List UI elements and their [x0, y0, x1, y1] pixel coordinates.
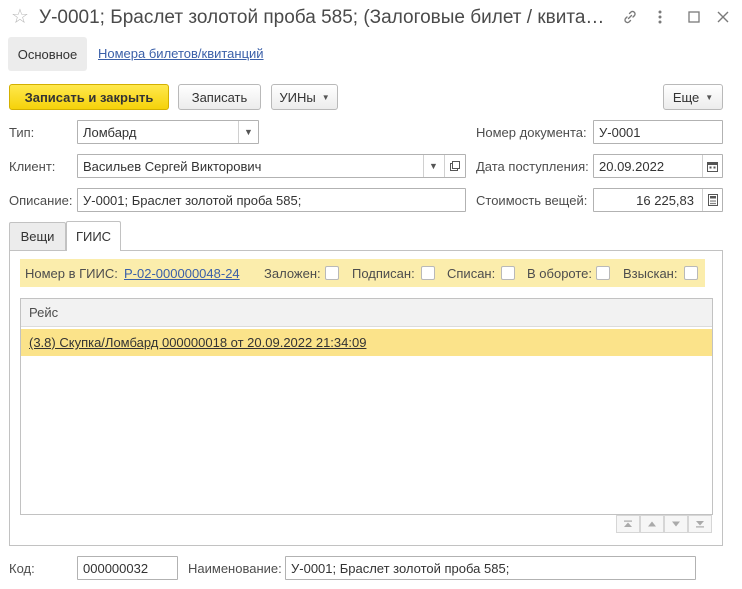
nav-main[interactable]: Основное: [8, 37, 87, 71]
client-label: Клиент:: [9, 159, 56, 174]
flag-signed-checkbox[interactable]: [421, 266, 435, 280]
giis-number-label: Номер в ГИИС:: [25, 265, 118, 281]
flag-pledged-checkbox[interactable]: [325, 266, 339, 280]
tab-connector: [67, 249, 120, 252]
more-label: Еще: [672, 89, 700, 105]
maximize-icon[interactable]: [683, 6, 705, 28]
flag-signed-label: Подписан:: [352, 265, 415, 281]
type-label: Тип:: [9, 125, 35, 140]
table-row-link[interactable]: (3.8) Скупка/Ломбард 000000018 от 20.09.…: [29, 335, 366, 350]
docnum-value: У-0001: [599, 124, 641, 140]
table-navigation: [616, 515, 712, 535]
description-label: Описание:: [9, 193, 73, 208]
flag-recovered-label: Взыскан:: [623, 265, 678, 281]
giis-number-link[interactable]: Р-02-000000048-24: [124, 266, 240, 281]
date-field[interactable]: 20.09.2022: [593, 154, 723, 178]
flag-pledged-label: Заложен:: [264, 265, 321, 281]
code-label: Код:: [9, 561, 35, 576]
more-icon[interactable]: [649, 6, 671, 28]
code-field[interactable]: 000000032: [77, 556, 178, 580]
client-field[interactable]: Васильев Сергей Викторович ▼: [77, 154, 466, 178]
description-value: У-0001; Браслет золотой проба 585;: [83, 192, 302, 208]
flag-circulation-label: В обороте:: [527, 265, 593, 281]
description-field[interactable]: У-0001; Браслет золотой проба 585;: [77, 188, 466, 212]
docnum-label: Номер документа:: [476, 125, 587, 140]
chevron-down-icon: ▼: [321, 92, 330, 102]
table-row[interactable]: (3.8) Скупка/Ломбард 000000018 от 20.09.…: [21, 329, 712, 356]
tab-items[interactable]: Вещи: [9, 222, 66, 250]
trips-table: Рейс (3.8) Скупка/Ломбард 000000018 от 2…: [20, 298, 713, 515]
uins-label: УИНы: [279, 89, 316, 105]
type-value: Ломбард: [83, 124, 137, 140]
flag-circulation-checkbox[interactable]: [596, 266, 610, 280]
tab-giis[interactable]: ГИИС: [66, 221, 121, 251]
flag-writtenoff-label: Списан:: [447, 265, 496, 281]
calendar-icon[interactable]: [702, 155, 722, 177]
docnum-field[interactable]: У-0001: [593, 120, 723, 144]
open-icon[interactable]: [444, 155, 464, 177]
nav-ticket-numbers-link[interactable]: Номера билетов/квитанций: [98, 46, 264, 61]
code-value: 000000032: [83, 560, 149, 576]
chevron-down-icon[interactable]: ▼: [423, 155, 443, 177]
cost-field[interactable]: 16 225,83: [593, 188, 723, 212]
type-select[interactable]: Ломбард ▼: [77, 120, 259, 144]
save-and-close-button[interactable]: Записать и закрыть: [9, 84, 169, 110]
column-header-trip[interactable]: Рейс: [21, 299, 712, 327]
cost-value: 16 225,83: [636, 192, 694, 208]
move-last-icon[interactable]: [688, 515, 712, 533]
flag-recovered-checkbox[interactable]: [684, 266, 698, 280]
date-label: Дата поступления:: [476, 159, 589, 174]
window-title: У-0001; Браслет золотой проба 585; (Зало…: [39, 7, 605, 28]
calculator-icon[interactable]: [702, 189, 722, 211]
move-first-icon[interactable]: [616, 515, 640, 533]
name-label: Наименование:: [188, 561, 282, 576]
name-field[interactable]: У-0001; Браслет золотой проба 585;: [285, 556, 696, 580]
save-button[interactable]: Записать: [178, 84, 261, 110]
chevron-down-icon[interactable]: ▼: [238, 121, 258, 143]
flag-writtenoff-checkbox[interactable]: [501, 266, 515, 280]
date-value: 20.09.2022: [599, 158, 665, 174]
link-icon[interactable]: [619, 6, 641, 28]
move-down-icon[interactable]: [664, 515, 688, 533]
close-icon[interactable]: [712, 6, 734, 28]
client-value: Васильев Сергей Викторович: [83, 158, 262, 174]
more-button[interactable]: Еще ▼: [663, 84, 723, 110]
move-up-icon[interactable]: [640, 515, 664, 533]
favorite-star-icon[interactable]: ☆: [11, 6, 29, 28]
cost-label: Стоимость вещей:: [476, 193, 588, 208]
chevron-down-icon: ▼: [705, 92, 714, 102]
giis-status-strip: Номер в ГИИС: Р-02-000000048-24 Заложен:…: [20, 259, 705, 287]
name-value: У-0001; Браслет золотой проба 585;: [291, 560, 510, 576]
uins-dropdown-button[interactable]: УИНы ▼: [271, 84, 338, 110]
